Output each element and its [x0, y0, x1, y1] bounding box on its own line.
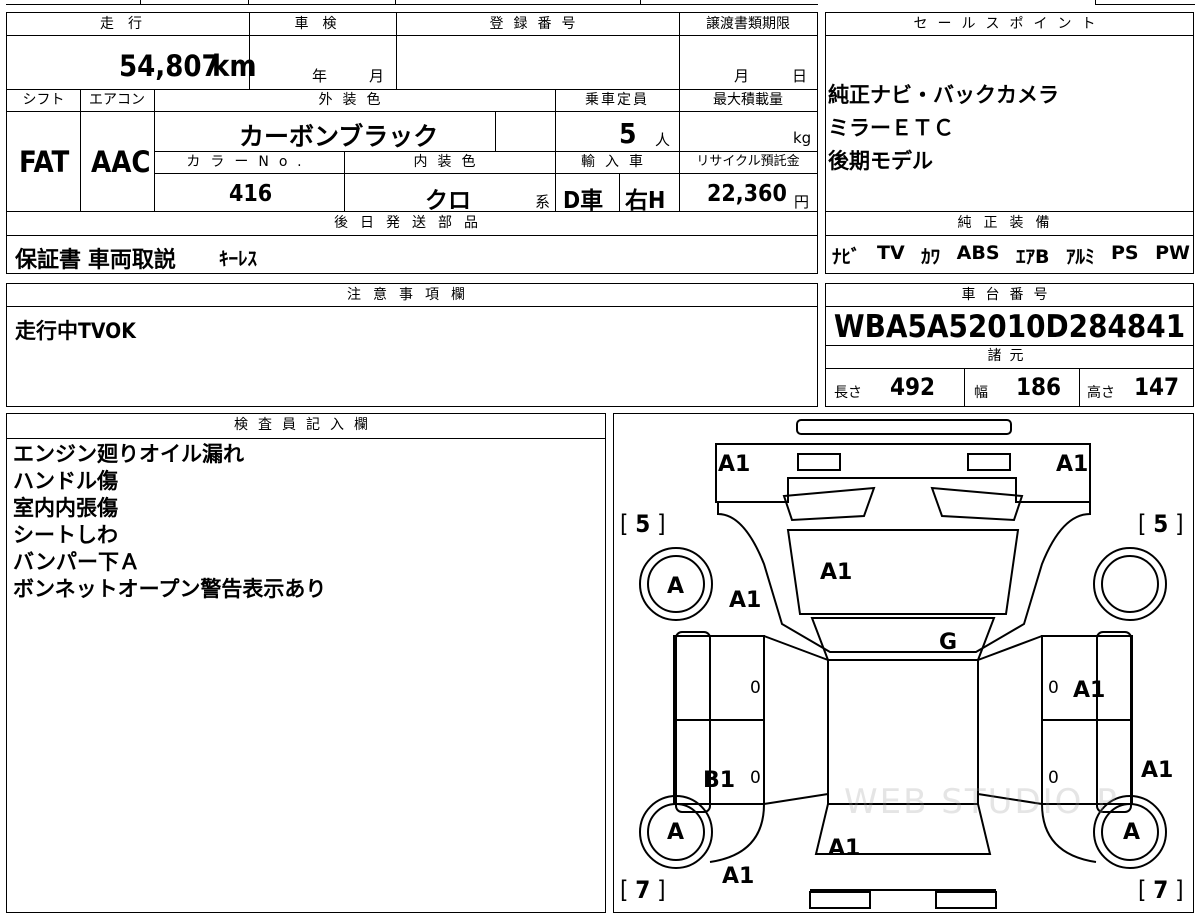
tire-front-left: [ 5 ]	[620, 510, 666, 538]
specs-header: 諸元	[987, 348, 1032, 364]
capacity-value: 5	[619, 117, 637, 150]
shift-header: シフト	[22, 92, 65, 108]
sales-points-box: セールスポイント 純正ナビ・バックカメラ ミラーＥＴＣ 後期モデル 純正装備 ﾅ…	[825, 12, 1194, 274]
inspector-header: 検査員記入欄	[234, 417, 378, 433]
car-diagram	[639, 419, 1167, 909]
mark-front-bumper-right: A1	[1056, 452, 1089, 477]
sales-points-list: 純正ナビ・バックカメラ ミラーＥＴＣ 後期モデル	[828, 79, 1059, 178]
steering-value: 右H	[625, 188, 666, 214]
sales-points-header: セールスポイント	[913, 16, 1106, 32]
mileage-header: 走行	[100, 16, 156, 32]
interior-suffix: 系	[535, 193, 551, 211]
equipment-item: ﾅﾋﾞ	[832, 246, 861, 268]
sales-point-line: ミラーＥＴＣ	[828, 116, 954, 140]
registration-header: 登録番号	[489, 16, 586, 32]
inspection-year: 年	[312, 67, 328, 85]
capacity-unit: 人	[655, 131, 671, 149]
inspection-header: 車検	[294, 16, 351, 32]
equipment-item: ｶﾜ	[921, 246, 941, 268]
aircon-value: AAC	[91, 145, 151, 179]
equipment-item: ｱﾙﾐ	[1065, 246, 1095, 268]
later-parts-value: 保証書 車両取説	[15, 248, 176, 273]
equipment-list: ﾅﾋﾞ TV ｶﾜ ABS ｴｱB ｱﾙﾐ PS PW	[832, 242, 1190, 269]
mark-rear-bumper-left: A1	[722, 864, 755, 889]
door-mark: 0	[1048, 678, 1059, 698]
import-header: 輸入車	[581, 154, 653, 170]
height-value: 147	[1134, 373, 1180, 401]
sales-point-line: 後期モデル	[828, 149, 933, 173]
inspector-line: バンパー下Ａ	[13, 550, 141, 574]
inspector-line: 室内内張傷	[13, 496, 118, 520]
width-value: 186	[1016, 373, 1062, 401]
car-diagram-box: [ 5 ] [ 5 ] [ 7 ] [ 7 ] A1 A1 A1 A1 G A1…	[613, 413, 1194, 913]
max-load-header: 最大積載量	[713, 92, 783, 108]
inspector-line: ボンネットオープン警告表示あり	[13, 577, 327, 601]
color-no-value: 416	[229, 181, 273, 207]
equipment-item: PS	[1110, 242, 1139, 264]
later-parts-sub: ｷｰﾚｽ	[219, 248, 258, 270]
inspector-line: エンジン廻りオイル漏れ	[13, 442, 244, 466]
mark-front-bumper-left: A1	[718, 452, 751, 477]
later-parts-header: 後日発送部品	[334, 215, 490, 231]
mileage-value: 54,807	[119, 49, 220, 83]
notes-box: 注意事項欄 走行中TVOK	[6, 283, 818, 407]
mark-wheel-rear-right: A	[1123, 820, 1141, 845]
aircon-header: エアコン	[89, 92, 145, 108]
notes-text: 走行中TVOK	[15, 319, 136, 343]
equipment-header: 純正装備	[957, 215, 1062, 231]
mileage-unit: km	[212, 49, 257, 83]
mark-front-fender-left: A1	[729, 588, 762, 613]
mark-wheel-front-left: A	[667, 574, 685, 599]
exterior-color-header: 外装色	[318, 92, 391, 108]
length-value: 492	[890, 373, 936, 401]
door-mark: 0	[750, 678, 761, 698]
color-no-header: カラーNo.	[186, 154, 312, 170]
mark-hood: A1	[820, 560, 853, 585]
mark-windshield: G	[939, 630, 958, 655]
recycle-unit: 円	[794, 193, 810, 211]
deadline-header: 譲渡書類期限	[706, 16, 790, 32]
length-label: 長さ	[834, 385, 862, 401]
inspector-line: ハンドル傷	[13, 469, 118, 493]
height-label: 高さ	[1087, 385, 1115, 401]
recycle-header: リサイクル預託金	[696, 154, 800, 169]
interior-color-value: クロ	[425, 188, 471, 214]
capacity-header: 乗車定員	[585, 92, 649, 108]
inspector-lines: エンジン廻りオイル漏れ ハンドル傷 室内内張傷 シートしわ バンパー下Ａ ボンネ…	[13, 441, 326, 603]
interior-color-header: 内装色	[413, 154, 486, 170]
mark-wheel-rear-left: A	[667, 820, 685, 845]
mark-front-door-right: A1	[1073, 678, 1106, 703]
shift-value: FAT	[19, 145, 70, 179]
equipment-item: TV	[877, 242, 905, 264]
exterior-color-value: カーボンブラック	[239, 122, 439, 151]
notes-header: 注意事項欄	[347, 287, 477, 303]
import-type: D車	[563, 188, 604, 214]
watermark: WEB STUDIO P	[844, 782, 1119, 822]
chassis-box: 車台番号 WBA5A52010D284841 諸元 長さ 492 幅 186 高…	[825, 283, 1194, 407]
inspector-box: 検査員記入欄 エンジン廻りオイル漏れ ハンドル傷 室内内張傷 シートしわ バンパ…	[6, 413, 606, 913]
sales-point-line: 純正ナビ・バックカメラ	[828, 83, 1059, 107]
mark-rear-door-left: B1	[703, 768, 736, 793]
chassis-header: 車台番号	[961, 287, 1058, 303]
deadline-day: 日	[792, 67, 808, 85]
mark-trunk: A1	[828, 836, 861, 861]
top-cut-strip	[0, 0, 1200, 6]
max-load-unit: kg	[793, 129, 812, 147]
equipment-item: PW	[1155, 242, 1190, 264]
tire-front-right: [ 5 ]	[1138, 510, 1184, 538]
vehicle-info-table: 走行 車検 登録番号 譲渡書類期限 54,807 km 年 月 月 日 シフト …	[6, 12, 818, 274]
mark-rear-door-right: A1	[1141, 758, 1174, 783]
inspector-line: シートしわ	[13, 523, 118, 547]
deadline-month: 月	[734, 67, 750, 85]
width-label: 幅	[974, 385, 988, 401]
door-mark: 0	[750, 768, 761, 788]
equipment-item: ｴｱB	[1016, 246, 1050, 268]
chassis-number: WBA5A52010D284841	[833, 309, 1186, 345]
recycle-value: 22,360	[707, 181, 787, 207]
inspection-month: 月	[369, 67, 385, 85]
equipment-item: ABS	[956, 242, 1000, 264]
